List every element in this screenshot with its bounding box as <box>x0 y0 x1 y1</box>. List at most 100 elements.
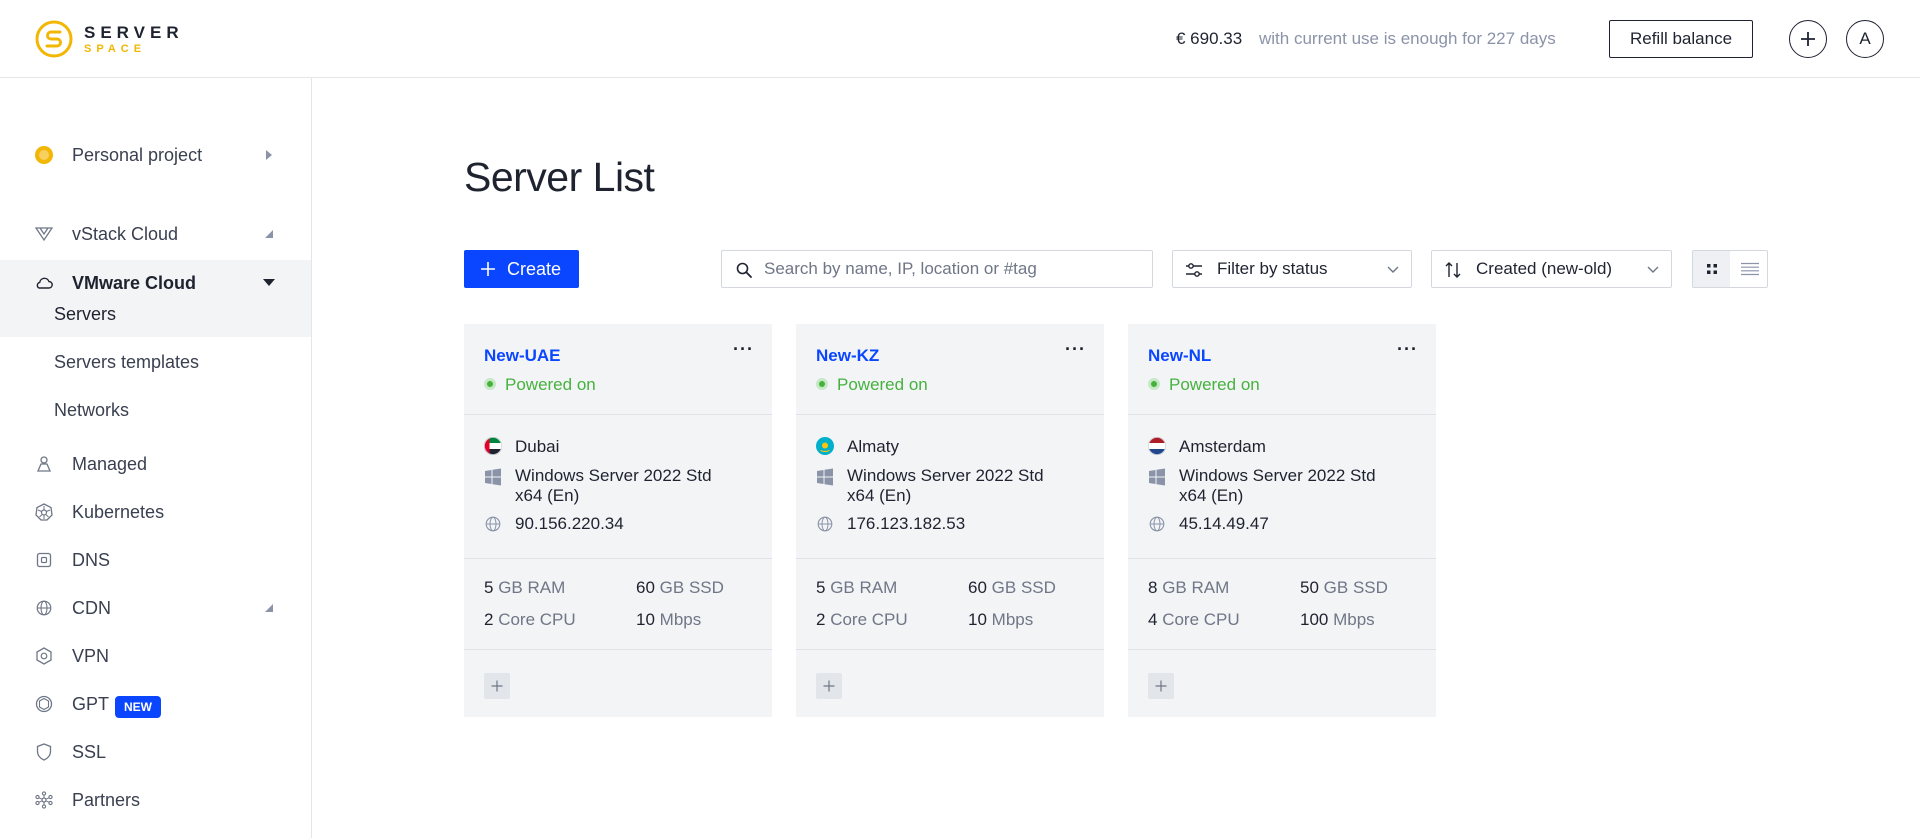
card-divider <box>1128 558 1436 559</box>
spec-ram-unit: GB RAM <box>498 578 566 597</box>
card-divider <box>464 558 772 559</box>
server-name-link[interactable]: New-KZ <box>816 346 879 366</box>
globe-icon <box>816 515 834 533</box>
spec-ram-value: 5 <box>816 578 826 597</box>
more-options-icon[interactable]: ··· <box>1397 340 1421 360</box>
chevron-down-icon <box>263 277 275 289</box>
list-view-button[interactable] <box>1731 251 1768 287</box>
spec-cpu: 2 Core CPU <box>484 610 576 630</box>
sidebar-subitem-servers-templates[interactable]: Servers templates <box>0 339 311 385</box>
logo-icon <box>35 20 73 58</box>
sidebar-item-vpn[interactable]: VPN <box>0 633 311 679</box>
kazakhstan-flag-icon <box>816 437 834 455</box>
plus-icon <box>481 262 495 276</box>
globe-icon <box>1148 515 1166 533</box>
sidebar-item-dns[interactable]: DNS <box>0 537 311 583</box>
filter-by-status-select[interactable]: Filter by status <box>1172 250 1412 288</box>
search-field[interactable] <box>721 250 1153 288</box>
sidebar-subitem-networks[interactable]: Networks <box>0 387 311 433</box>
shield-icon <box>34 742 54 762</box>
server-card[interactable]: New-KZ ··· Powered on Almaty Windows Ser… <box>796 324 1104 717</box>
sidebar-item-vstack-cloud[interactable]: vStack Cloud <box>0 211 311 257</box>
spec-cpu-value: 2 <box>484 610 494 629</box>
more-options-icon[interactable]: ··· <box>1065 340 1089 360</box>
server-name-link[interactable]: New-UAE <box>484 346 561 366</box>
sidebar-item-managed[interactable]: Managed <box>0 441 311 487</box>
spec-cpu-unit: Core CPU <box>830 610 908 629</box>
project-name: Personal project <box>72 144 203 165</box>
add-tag-button[interactable] <box>484 673 510 699</box>
server-name-link[interactable]: New-NL <box>1148 346 1211 366</box>
chevron-down-icon <box>1647 266 1659 273</box>
spec-cpu: 4 Core CPU <box>1148 610 1240 630</box>
project-selector[interactable]: Personal project <box>0 132 311 178</box>
add-tag-button[interactable] <box>816 673 842 699</box>
spec-ram-unit: GB RAM <box>1162 578 1230 597</box>
logo-text-bottom: SPACE <box>84 42 147 55</box>
card-divider <box>796 414 1104 415</box>
globe-icon <box>484 515 502 533</box>
spec-bandwidth-value: 10 <box>636 610 655 629</box>
server-status: Powered on <box>837 375 928 394</box>
server-os-line1: Windows Server 2022 Std <box>1179 466 1376 485</box>
plus-icon <box>491 680 503 692</box>
sidebar-item-gpt[interactable]: GPT NEW <box>0 681 311 727</box>
server-os-line1: Windows Server 2022 Std <box>847 466 1044 485</box>
logo-text-top: SERVER <box>84 22 184 42</box>
card-divider <box>796 558 1104 559</box>
grid-view-button[interactable] <box>1693 251 1730 287</box>
balance-amount: € 690.33 <box>1176 29 1243 48</box>
plus-icon <box>823 680 835 692</box>
gpt-icon <box>34 694 54 714</box>
plus-icon <box>1801 32 1815 46</box>
spec-cpu-unit: Core CPU <box>1162 610 1240 629</box>
spec-ram: 8 GB RAM <box>1148 578 1229 598</box>
uae-flag-icon <box>484 437 502 455</box>
spec-disk-unit: GB SSD <box>1323 578 1388 597</box>
search-input[interactable] <box>764 251 1144 287</box>
sidebar-item-ssl[interactable]: SSL <box>0 729 311 775</box>
view-mode-toggle <box>1692 250 1768 288</box>
spec-ram-value: 8 <box>1148 578 1158 597</box>
spec-bandwidth: 100 Mbps <box>1300 610 1375 630</box>
sidebar-subitem-servers[interactable]: Servers <box>0 291 311 337</box>
spec-bandwidth-unit: Mbps <box>659 610 702 629</box>
sidebar-item-partners[interactable]: Partners <box>0 777 311 823</box>
spec-bandwidth-value: 100 <box>1300 610 1329 629</box>
avatar-letter: A <box>1859 29 1871 48</box>
server-ip: 176.123.182.53 <box>847 514 966 533</box>
sidebar-item-label: Kubernetes <box>72 501 165 522</box>
add-tag-button[interactable] <box>1148 673 1174 699</box>
more-options-icon[interactable]: ··· <box>733 340 757 360</box>
server-os: Windows Server 2022 Std x64 (En) <box>847 466 1044 506</box>
user-avatar-button[interactable]: A <box>1846 20 1884 58</box>
logo-wordmark: SERVER SPACE <box>84 24 184 55</box>
spec-cpu: 2 Core CPU <box>816 610 908 630</box>
globe-icon <box>34 598 54 618</box>
add-button[interactable] <box>1789 20 1827 58</box>
spec-bandwidth-value: 10 <box>968 610 987 629</box>
spec-cpu-unit: Core CPU <box>498 610 576 629</box>
sidebar-item-label: VPN <box>72 645 110 666</box>
server-status: Powered on <box>1169 375 1260 394</box>
sidebar-item-label: vStack Cloud <box>72 223 179 244</box>
server-card[interactable]: New-NL ··· Powered on Amsterdam Windows … <box>1128 324 1436 717</box>
sidebar-item-kubernetes[interactable]: Kubernetes <box>0 489 311 535</box>
vstack-icon <box>34 224 54 244</box>
sort-select[interactable]: Created (new-old) <box>1431 250 1672 288</box>
sidebar: Personal project vStack Cloud VMware Clo… <box>0 78 312 838</box>
refill-balance-button[interactable]: Refill balance <box>1609 20 1753 58</box>
balance-note: with current use is enough for 227 days <box>1259 29 1556 48</box>
spec-bandwidth: 10 Mbps <box>968 610 1033 630</box>
status-dot-icon <box>484 378 496 390</box>
sort-label: Created (new-old) <box>1476 259 1613 278</box>
page-title: Server List <box>464 154 655 200</box>
serverspace-logo[interactable]: SERVER SPACE <box>34 19 184 59</box>
create-server-button[interactable]: Create <box>464 250 579 288</box>
project-icon <box>34 145 54 165</box>
grid-icon <box>1706 264 1717 274</box>
server-card[interactable]: New-UAE ··· Powered on Dubai Windows Ser… <box>464 324 772 717</box>
sidebar-item-cdn[interactable]: CDN <box>0 585 311 631</box>
chevron-down-icon <box>1387 266 1399 273</box>
spec-ram-value: 5 <box>484 578 494 597</box>
